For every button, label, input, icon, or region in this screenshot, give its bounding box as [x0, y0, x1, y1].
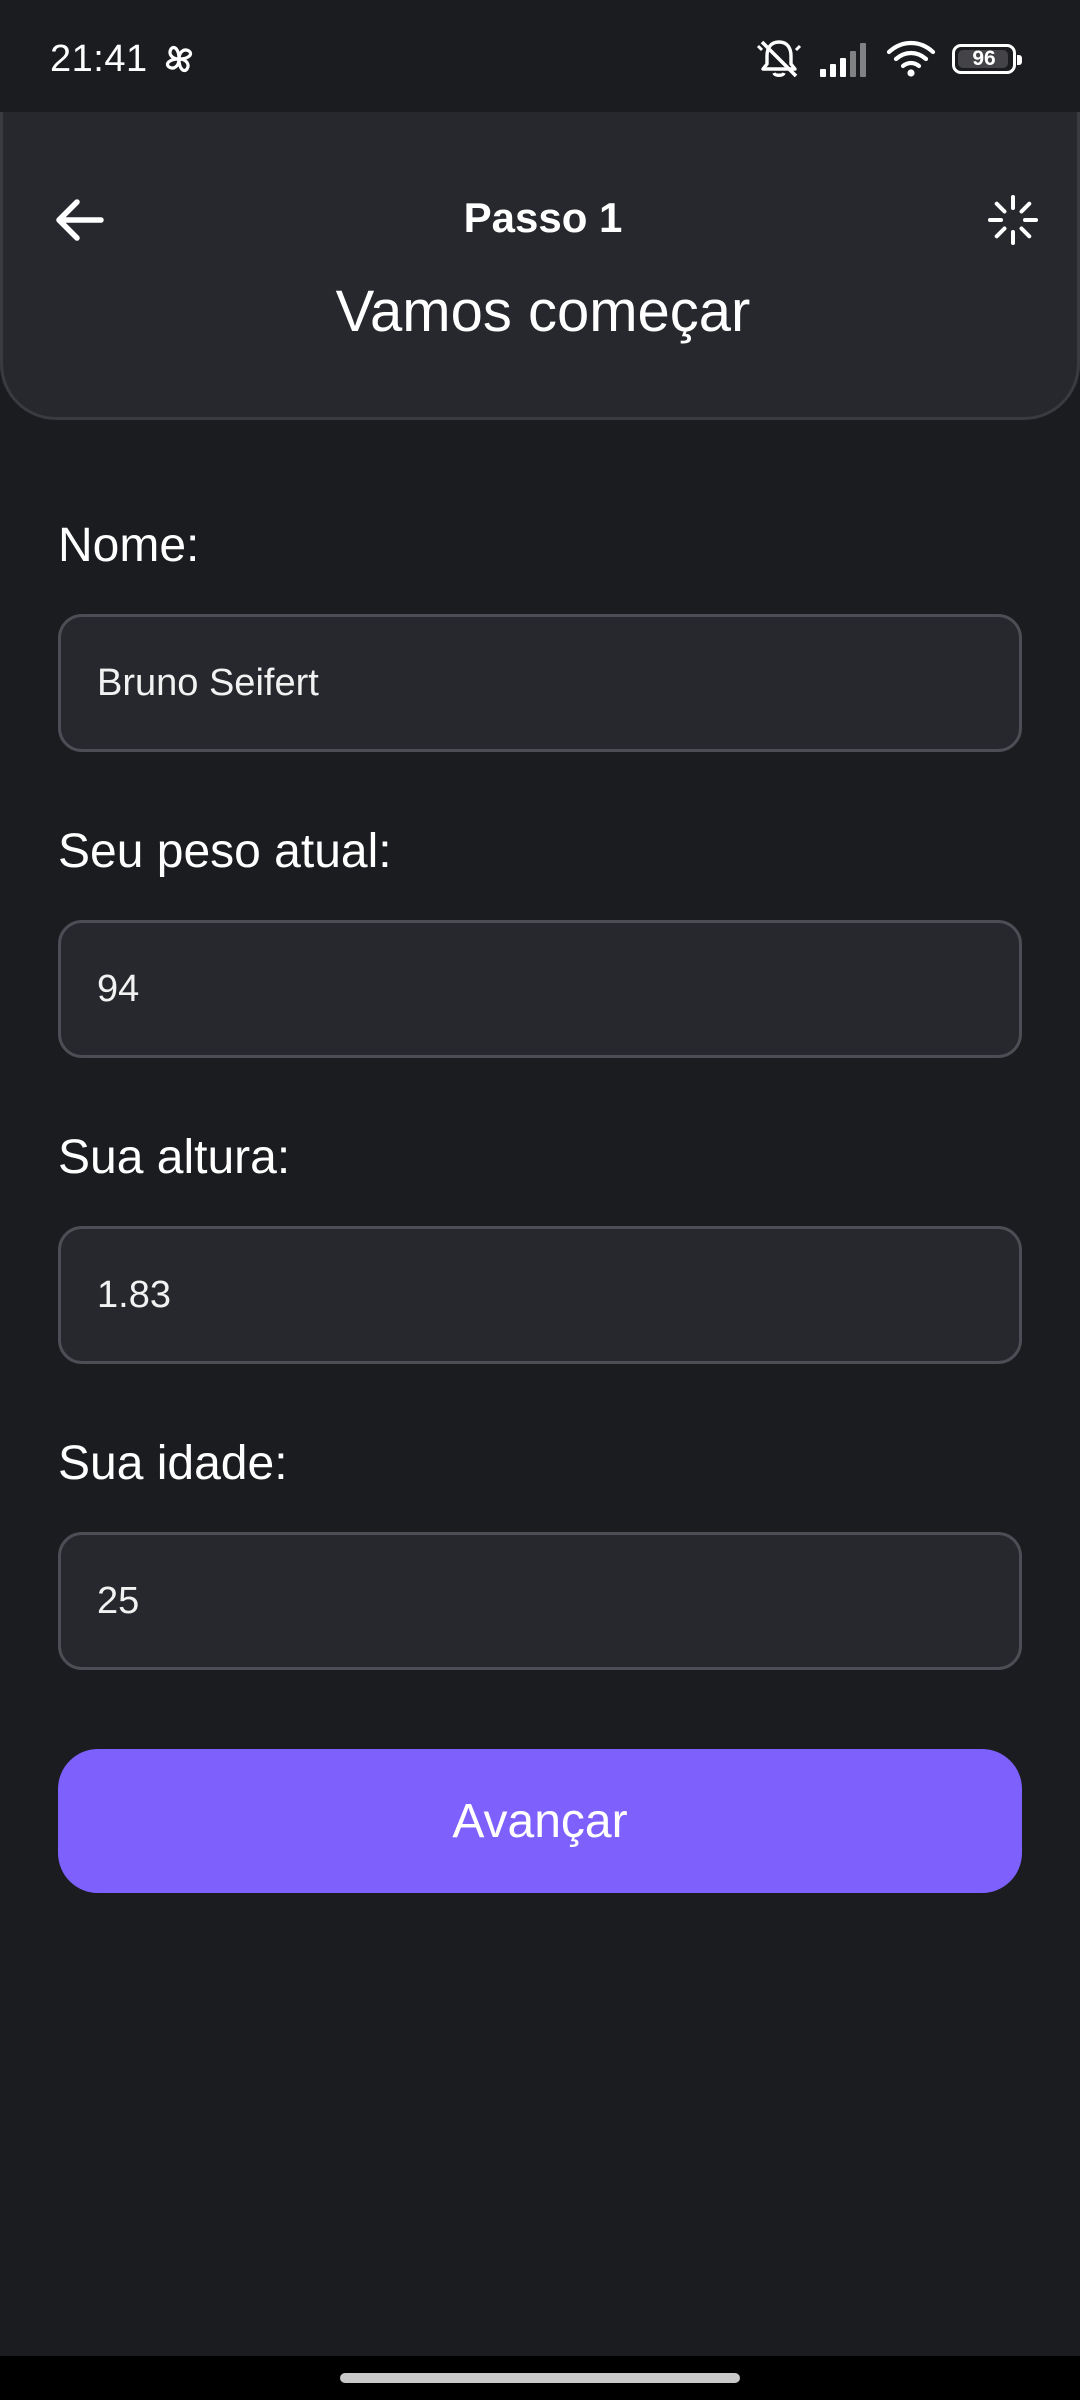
mute-icon [756, 40, 802, 78]
weight-input[interactable] [58, 920, 1022, 1058]
status-icons: 96 [756, 36, 1022, 82]
height-label: Sua altura: [58, 1131, 291, 1184]
status-bar: 21:41 96 [0, 0, 1080, 112]
header-card: Passo 1 Vamos começar [0, 112, 1080, 420]
height-input[interactable] [58, 1226, 1022, 1364]
navigation-bar [0, 2356, 1080, 2400]
weight-label: Seu peso atual: [58, 825, 392, 878]
name-input[interactable] [58, 614, 1022, 752]
name-label: Nome: [58, 519, 200, 572]
pinwheel-icon [165, 45, 193, 73]
next-button[interactable]: Avançar [58, 1749, 1022, 1893]
profile-form: Nome: Seu peso atual: Sua altura: Sua id… [58, 510, 1022, 1670]
home-indicator[interactable] [340, 2373, 740, 2383]
name-field-group: Nome: [58, 510, 1022, 752]
battery-level: 96 [972, 47, 996, 70]
step-title: Passo 1 [463, 194, 623, 241]
age-field-group: Sua idade: [58, 1428, 1022, 1670]
age-label: Sua idade: [58, 1437, 288, 1490]
age-input[interactable] [58, 1532, 1022, 1670]
wifi-icon [886, 40, 936, 77]
page-subtitle: Vamos começar [335, 279, 751, 344]
weight-field-group: Seu peso atual: [58, 816, 1022, 1058]
height-field-group: Sua altura: [58, 1122, 1022, 1364]
status-time: 21:41 [50, 38, 148, 80]
loading-spinner-icon[interactable] [987, 194, 1039, 246]
signal-icon [820, 43, 866, 77]
battery-indicator: 96 [952, 44, 1022, 74]
